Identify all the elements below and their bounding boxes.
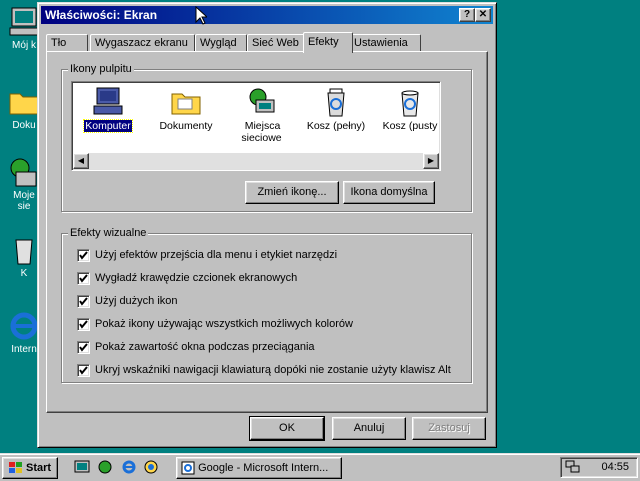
folder-icon xyxy=(171,93,201,115)
quick-launch-ie-icon[interactable] xyxy=(121,459,137,475)
tab-effects[interactable]: Efekty xyxy=(303,32,353,53)
start-button[interactable]: Start xyxy=(2,457,58,479)
quick-launch-channels-icon[interactable] xyxy=(97,459,113,475)
list-item-label: Kosz (pełny) xyxy=(306,120,366,132)
system-tray: 04:55 xyxy=(560,457,638,478)
list-item-recycle-bin-empty[interactable]: Kosz (pusty xyxy=(376,86,444,132)
cancel-button[interactable]: Anuluj xyxy=(332,417,406,440)
scroll-right-button[interactable]: ▶ xyxy=(423,153,439,169)
network-tray-icon[interactable] xyxy=(565,460,581,474)
checkbox-label: Użyj efektów przejścia dla menu i etykie… xyxy=(95,249,338,261)
list-item-documents[interactable]: Dokumenty xyxy=(152,86,220,132)
network-icon xyxy=(8,156,40,188)
checkbox[interactable] xyxy=(77,295,90,308)
checkbox[interactable] xyxy=(77,249,90,262)
close-button[interactable]: ✕ xyxy=(475,8,491,22)
computer-icon xyxy=(93,87,123,115)
desktop-icons-legend: Ikony pulpitu xyxy=(68,63,134,75)
computer-icon xyxy=(8,6,40,38)
quick-launch-desktop-icon[interactable] xyxy=(74,459,90,475)
ie-page-icon xyxy=(181,461,195,475)
desktop-icon-label: K xyxy=(20,268,28,279)
list-item-label: Komputer xyxy=(83,119,133,133)
recycle-bin-icon xyxy=(8,234,40,266)
checkbox-label: Pokaż zawartość okna podczas przeciągani… xyxy=(95,341,315,353)
checkbox[interactable] xyxy=(77,364,90,377)
list-item-computer[interactable]: Komputer xyxy=(74,86,142,133)
clock[interactable]: 04:55 xyxy=(601,461,629,473)
network-places-icon xyxy=(249,88,275,113)
tab-appearance[interactable]: Wygląd xyxy=(195,34,247,52)
effects-panel: Ikony pulpitu Komputer Dokumenty Miejsca… xyxy=(46,51,488,413)
horizontal-scrollbar[interactable]: ◀ ▶ xyxy=(73,153,439,169)
start-label: Start xyxy=(26,462,52,474)
desktop-icon-label: Moje xyxy=(13,190,35,201)
checkbox[interactable] xyxy=(77,272,90,285)
desktop-icons-group: Ikony pulpitu Komputer Dokumenty Miejsca… xyxy=(61,63,472,212)
mouse-cursor-icon xyxy=(195,6,207,25)
recycle-bin-empty-icon xyxy=(401,90,419,117)
taskbar-button-label: Google - Microsoft Intern... xyxy=(198,462,329,474)
list-item-network-places[interactable]: Miejsca sieciowe xyxy=(228,86,296,144)
list-item-label: Dokumenty xyxy=(159,120,213,132)
tab-web[interactable]: Sieć Web xyxy=(247,34,307,52)
recycle-bin-full-icon xyxy=(327,88,345,117)
visual-effects-legend: Efekty wizualne xyxy=(68,227,149,239)
checkbox-label: Ukryj wskaźniki nawigacji klawiaturą dop… xyxy=(95,364,451,376)
title-bar[interactable]: Właściwości: Ekran ? ✕ xyxy=(41,6,493,24)
ok-button[interactable]: OK xyxy=(249,416,325,441)
checkbox-label: Wygładź krawędzie czcionek ekranowych xyxy=(95,272,298,284)
apply-button[interactable]: Zastosuj xyxy=(412,417,486,440)
checkbox-label: Pokaż ikony używając wszystkich możliwyc… xyxy=(95,318,353,330)
tab-settings[interactable]: Ustawienia xyxy=(349,34,421,52)
tab-screensaver[interactable]: Wygaszacz ekranu xyxy=(90,34,195,52)
checkbox[interactable] xyxy=(77,318,90,331)
display-properties-window: Właściwości: Ekran ? ✕ Tło Wygaszacz ekr… xyxy=(37,2,497,448)
help-button[interactable]: ? xyxy=(459,8,475,22)
desktop-icons-list[interactable]: Komputer Dokumenty Miejsca sieciowe Kosz… xyxy=(71,81,441,171)
desktop-icon-label: Intern xyxy=(11,344,37,355)
checkbox[interactable] xyxy=(77,341,90,354)
tab-background[interactable]: Tło xyxy=(46,34,88,52)
list-item-recycle-bin-full[interactable]: Kosz (pełny) xyxy=(302,86,370,132)
list-item-label: Kosz (pusty xyxy=(382,120,438,132)
scroll-left-button[interactable]: ◀ xyxy=(73,153,89,169)
window-title: Właściwości: Ekran xyxy=(45,8,158,22)
folder-icon xyxy=(8,86,40,118)
internet-explorer-icon xyxy=(8,310,40,342)
default-icon-button[interactable]: Ikona domyślna xyxy=(343,181,435,204)
windows-logo-icon xyxy=(8,462,22,474)
desktop-icon-label: Mój k xyxy=(12,40,36,51)
quick-launch-outlook-icon[interactable] xyxy=(143,459,159,475)
desktop-icon-label: Doku xyxy=(12,120,36,131)
taskbar-button-browser[interactable]: Google - Microsoft Intern... xyxy=(176,457,342,479)
list-item-label: Miejsca sieciowe xyxy=(241,120,282,144)
checkbox-label: Użyj dużych ikon xyxy=(95,295,178,307)
taskbar: Start Google - Microsoft Intern... 04:55 xyxy=(0,453,640,481)
desktop-icon-label-line2: sie xyxy=(17,201,31,212)
change-icon-button[interactable]: Zmień ikonę... xyxy=(245,181,339,204)
visual-effects-group: Efekty wizualne Użyj efektów przejścia d… xyxy=(61,227,472,383)
